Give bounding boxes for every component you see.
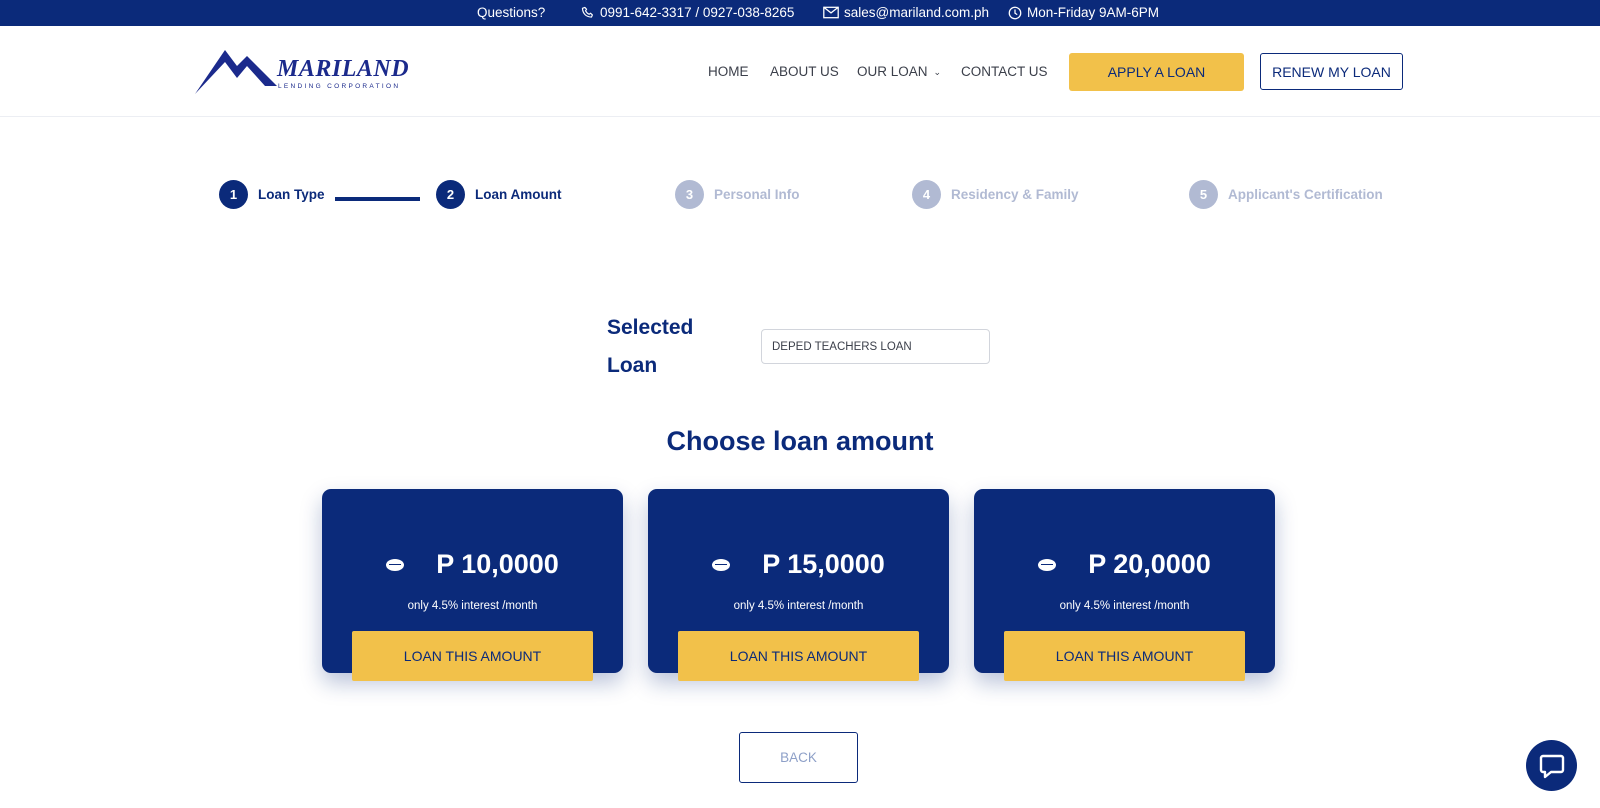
step-connector (335, 197, 420, 201)
nav-home[interactable]: HOME (708, 64, 749, 79)
nav-our-loan[interactable]: OUR LOAN ⌄ (857, 64, 941, 79)
coin-icon (712, 558, 731, 571)
step-residency-family[interactable]: 4 Residency & Family (912, 180, 1079, 209)
step-label: Loan Type (258, 187, 325, 202)
back-button[interactable]: BACK (739, 732, 858, 783)
mail-icon (823, 6, 839, 19)
step-number: 5 (1189, 180, 1218, 209)
selected-loan-label: Selected Loan (607, 316, 694, 377)
apply-loan-button[interactable]: APPLY A LOAN (1069, 53, 1244, 91)
loan-amount: P 10,0000 (436, 549, 559, 579)
chat-widget-button[interactable] (1526, 740, 1577, 791)
nav-contact-us[interactable]: CONTACT US (961, 64, 1048, 79)
nav-about-us[interactable]: ABOUT US (770, 64, 839, 79)
step-label: Residency & Family (951, 187, 1079, 202)
interest-text: only 4.5% interest /month (1059, 600, 1190, 612)
renew-loan-button[interactable]: RENEW MY LOAN (1260, 53, 1403, 90)
coin-icon (1038, 558, 1057, 571)
clock-icon (1008, 6, 1022, 19)
top-info-bar: Questions? 0991-642-3317 / 0927-038-8265… (0, 0, 1600, 26)
step-label: Applicant's Certification (1228, 187, 1383, 202)
step-number: 4 (912, 180, 941, 209)
step-label: Loan Amount (475, 187, 562, 202)
interest-text: only 4.5% interest /month (407, 600, 538, 612)
coin-icon (386, 558, 405, 571)
loan-this-amount-button[interactable]: LOAN THIS AMOUNT (352, 631, 593, 681)
mariland-logo[interactable]: MARILAND LENDING CORPORATION (195, 46, 415, 98)
step-number: 2 (436, 180, 465, 209)
site-header: MARILAND LENDING CORPORATION HOME ABOUT … (0, 26, 1600, 117)
loan-this-amount-button[interactable]: LOAN THIS AMOUNT (1004, 631, 1245, 681)
loan-this-amount-button[interactable]: LOAN THIS AMOUNT (678, 631, 919, 681)
step-loan-type[interactable]: 1 Loan Type (219, 180, 325, 209)
step-label: Personal Info (714, 187, 800, 202)
phone-icon (581, 6, 593, 18)
interest-text: only 4.5% interest /month (733, 600, 864, 612)
loan-amount-card: P 15,0000 only 4.5% interest /month LOAN… (648, 489, 949, 681)
mountain-logo-icon (195, 50, 277, 94)
step-personal-info[interactable]: 3 Personal Info (675, 180, 800, 209)
chevron-down-icon: ⌄ (933, 67, 942, 77)
loan-amount-card: P 10,0000 only 4.5% interest /month LOAN… (322, 489, 623, 681)
chat-icon (1539, 754, 1564, 778)
phone-contact[interactable]: 0991-642-3317 / 0927-038-8265 (581, 5, 794, 20)
step-applicant-certification[interactable]: 5 Applicant's Certification (1189, 180, 1383, 209)
hours-info: Mon-Friday 9AM-6PM (1008, 5, 1159, 20)
loan-amount: P 15,0000 (762, 549, 885, 579)
loan-amount-card: P 20,0000 only 4.5% interest /month LOAN… (974, 489, 1275, 681)
step-number: 1 (219, 180, 248, 209)
step-number: 3 (675, 180, 704, 209)
questions-text: Questions? (477, 5, 546, 20)
selected-loan-input[interactable] (761, 329, 990, 364)
loan-amount: P 20,0000 (1088, 549, 1211, 579)
choose-amount-heading: Choose loan amount (666, 426, 934, 456)
step-loan-amount[interactable]: 2 Loan Amount (436, 180, 561, 209)
email-contact[interactable]: sales@mariland.com.ph (823, 5, 989, 20)
